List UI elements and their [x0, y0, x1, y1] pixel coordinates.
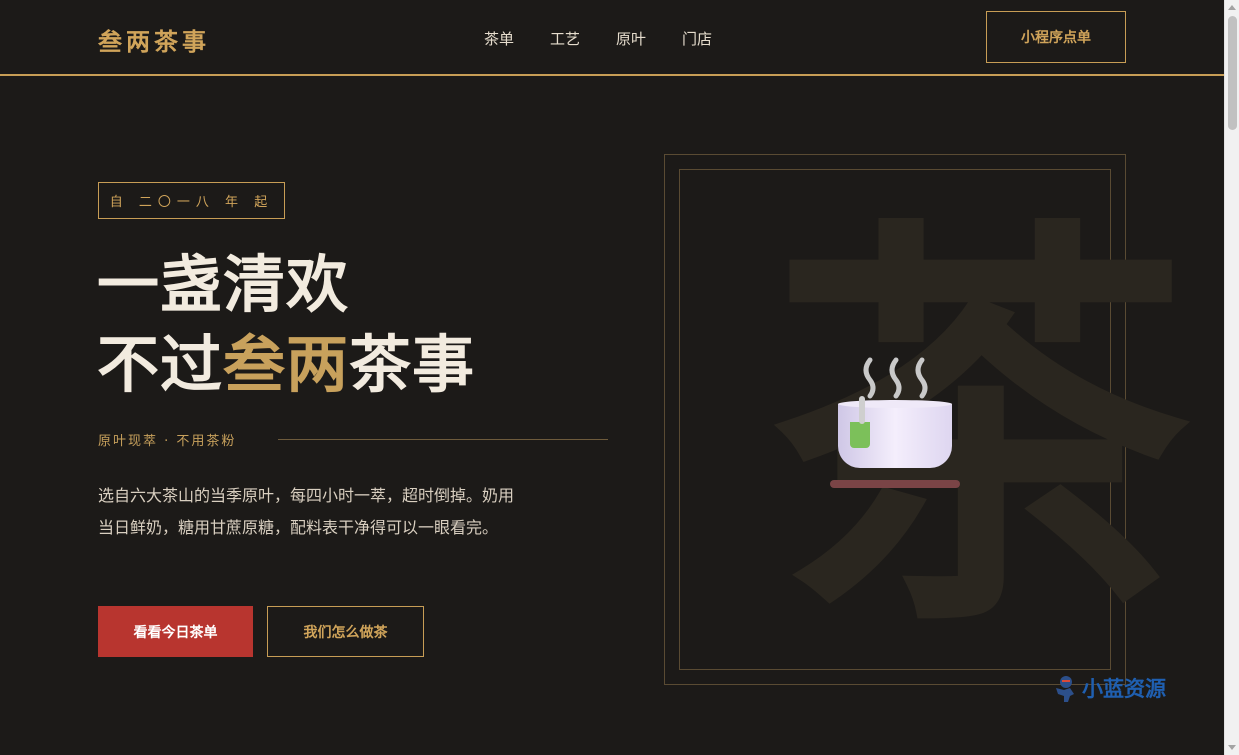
hero-description: 选自六大茶山的当季原叶，每四小时一萃，超时倒掉。奶用当日鲜奶，糖用甘蔗原糖，配料… [98, 486, 515, 537]
logo[interactable]: 叁两茶事 [98, 22, 210, 57]
watermark-text: 小蓝资源 [1082, 677, 1166, 701]
teacup-icon [830, 357, 960, 488]
site-header: 叁两茶事 茶单 工艺 原叶 门店 小程序点单 [0, 0, 1224, 76]
title-suffix: 茶事 [349, 328, 476, 401]
mini-program-order-button[interactable]: 小程序点单 [986, 11, 1126, 63]
nav-item-craft[interactable]: 工艺 [550, 28, 580, 49]
hero-tagline: 原叶现萃 · 不用茶粉 [98, 434, 237, 449]
view-menu-button[interactable]: 看看今日茶单 [98, 606, 253, 657]
title-highlight: 叁两 [223, 328, 350, 401]
vertical-scrollbar[interactable] [1224, 0, 1239, 755]
hero-title-line1: 一盏清欢 [97, 248, 350, 321]
scroll-down-arrow-icon[interactable] [1228, 745, 1236, 750]
scroll-thumb[interactable] [1228, 16, 1237, 130]
scroll-up-arrow-icon[interactable] [1228, 5, 1236, 10]
tagline-divider [278, 439, 608, 440]
title-prefix: 不过 [97, 328, 224, 401]
nav-item-menu[interactable]: 茶单 [484, 28, 514, 49]
watermark: 小蓝资源 [1052, 673, 1166, 703]
nav-item-leaf[interactable]: 原叶 [616, 28, 646, 49]
main-nav: 茶单 工艺 原叶 门店 [484, 28, 712, 49]
hero-title-line2: 不过叁两茶事 [97, 334, 475, 396]
since-badge: 自 二〇一八 年 起 [98, 182, 285, 219]
ninja-icon [1056, 676, 1074, 702]
how-we-make-tea-button[interactable]: 我们怎么做茶 [267, 606, 424, 657]
nav-item-stores[interactable]: 门店 [682, 28, 712, 49]
